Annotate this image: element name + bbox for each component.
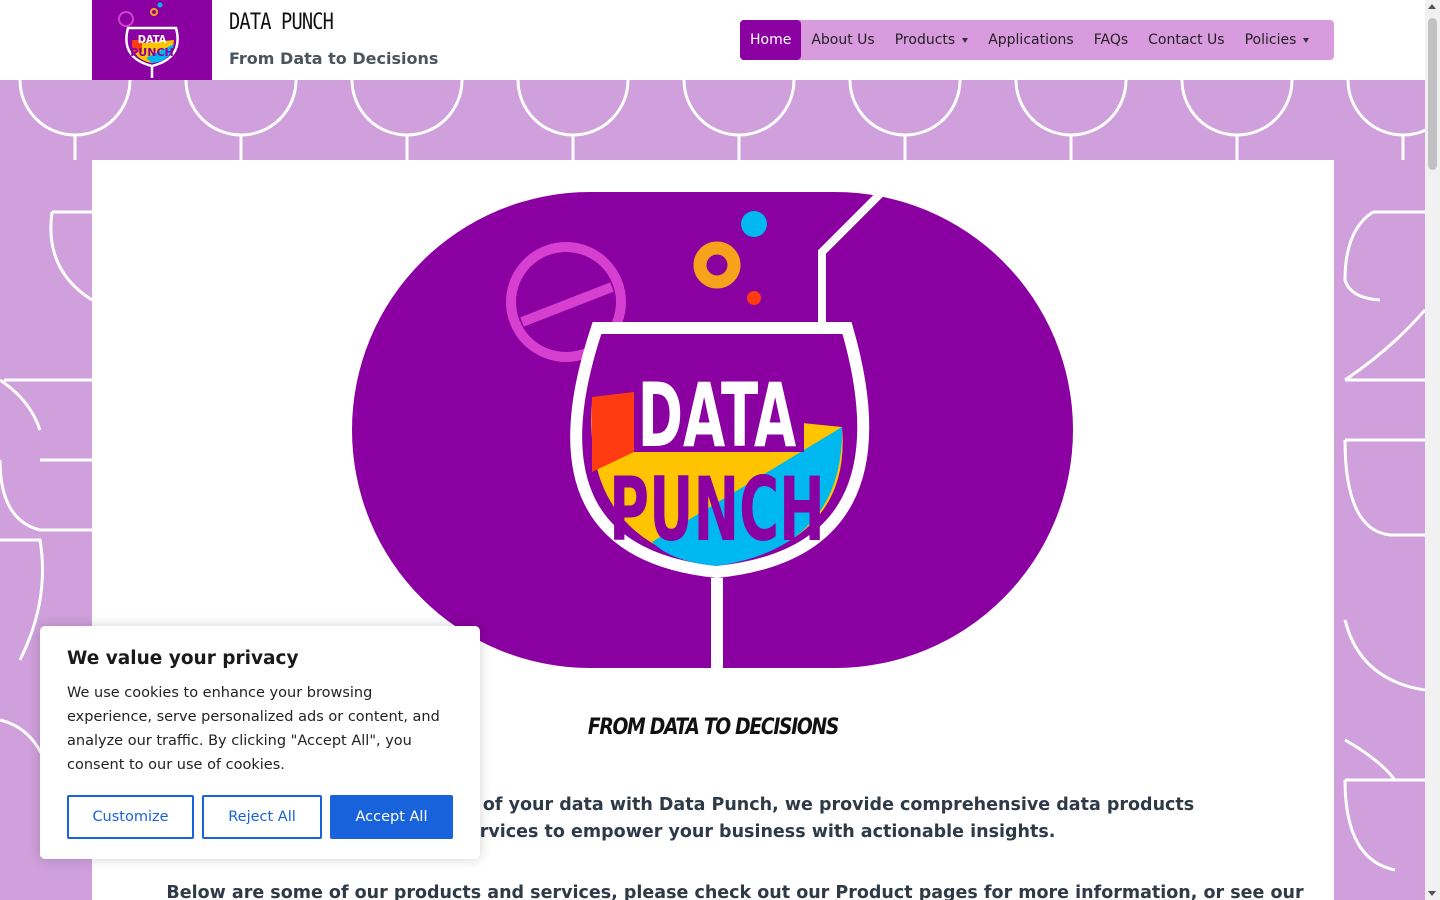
products-paragraph: Below are some of our products and servi… xyxy=(166,883,1304,900)
nav-item-contact-us[interactable]: Contact Us xyxy=(1138,20,1234,60)
logo-text-bottom: PUNCH xyxy=(130,46,173,59)
cookie-consent-banner: We value your privacy We use cookies to … xyxy=(40,626,480,859)
page-scrollbar[interactable] xyxy=(1425,0,1440,900)
nav-item-faqs[interactable]: FAQs xyxy=(1084,20,1138,60)
cookie-description: We use cookies to enhance your browsing … xyxy=(67,685,440,773)
site-logo[interactable]: DATA PUNCH xyxy=(92,0,212,80)
site-title[interactable]: DATA PUNCH xyxy=(229,10,334,35)
nav-item-home[interactable]: Home xyxy=(740,20,802,60)
nav-item-policies[interactable]: Policies xyxy=(1235,20,1320,60)
accept-all-button[interactable]: Accept All xyxy=(330,795,453,839)
nav-label: Applications xyxy=(988,32,1074,48)
nav-item-products[interactable]: Products xyxy=(885,20,978,60)
reject-all-button[interactable]: Reject All xyxy=(202,795,322,839)
logo-text-top: DATA xyxy=(138,33,167,46)
cookie-button-group: Customize Reject All Accept All xyxy=(67,795,453,839)
nav-label: FAQs xyxy=(1093,32,1129,48)
caret-down-icon xyxy=(962,37,969,43)
hero-logo: DATA PUNCH xyxy=(352,189,1073,668)
scroll-down-arrow-icon[interactable] xyxy=(1428,891,1436,896)
customize-button[interactable]: Customize xyxy=(67,795,194,839)
nav-label: About Us xyxy=(811,32,875,48)
hero-logo-image: DATA PUNCH xyxy=(352,189,1073,668)
hero-logo-text-top: DATA xyxy=(638,365,797,467)
scroll-up-arrow-icon[interactable] xyxy=(1428,4,1436,9)
nav-item-about-us[interactable]: About Us xyxy=(801,20,884,60)
caret-down-icon xyxy=(1303,37,1310,43)
site-header: DATA PUNCH DATA PUNCH From Data to Decis… xyxy=(0,0,1425,80)
nav-label: Products xyxy=(894,32,956,48)
scrollbar-thumb[interactable] xyxy=(1428,18,1437,170)
site-tagline: From Data to Decisions xyxy=(229,49,439,68)
logo-icon: DATA PUNCH xyxy=(118,2,179,78)
nav-item-applications[interactable]: Applications xyxy=(978,20,1084,60)
nav-label: Policies xyxy=(1244,32,1297,48)
main-navigation: Home About Us Products Applications FAQs… xyxy=(740,20,1334,60)
hero-logo-text-bottom: PUNCH xyxy=(609,459,825,561)
nav-label: Contact Us xyxy=(1148,32,1225,48)
nav-label: Home xyxy=(750,32,792,48)
cookie-title: We value your privacy xyxy=(67,648,299,669)
